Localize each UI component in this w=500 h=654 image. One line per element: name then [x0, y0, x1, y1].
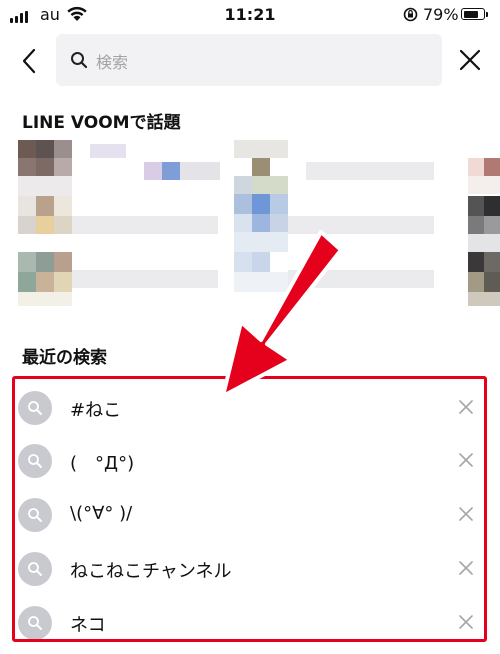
rotation-lock-icon — [403, 7, 418, 22]
search-input[interactable]: 検索 — [96, 49, 128, 73]
arrow-annotation-icon — [221, 230, 343, 398]
voom-thumbnail[interactable] — [468, 140, 500, 306]
highlight-box — [12, 376, 487, 642]
voom-thumbnail[interactable] — [18, 140, 72, 306]
battery-percentage: 79% — [423, 5, 459, 24]
close-button[interactable] — [456, 46, 484, 74]
chevron-left-icon — [22, 48, 36, 74]
recent-searches-title: 最近の検索 — [22, 348, 107, 368]
battery-tip — [486, 12, 488, 17]
search-icon — [70, 51, 88, 73]
search-bar[interactable]: 検索 — [56, 34, 442, 86]
battery-level-fill — [463, 10, 478, 18]
battery-icon — [461, 8, 485, 20]
status-bar: au 11:21 79% — [0, 0, 500, 30]
voom-thumbnail-caption — [72, 140, 222, 306]
voom-section-title: LINE VOOMで話題 — [22, 113, 181, 133]
close-icon — [459, 49, 481, 71]
back-button[interactable] — [16, 46, 42, 76]
